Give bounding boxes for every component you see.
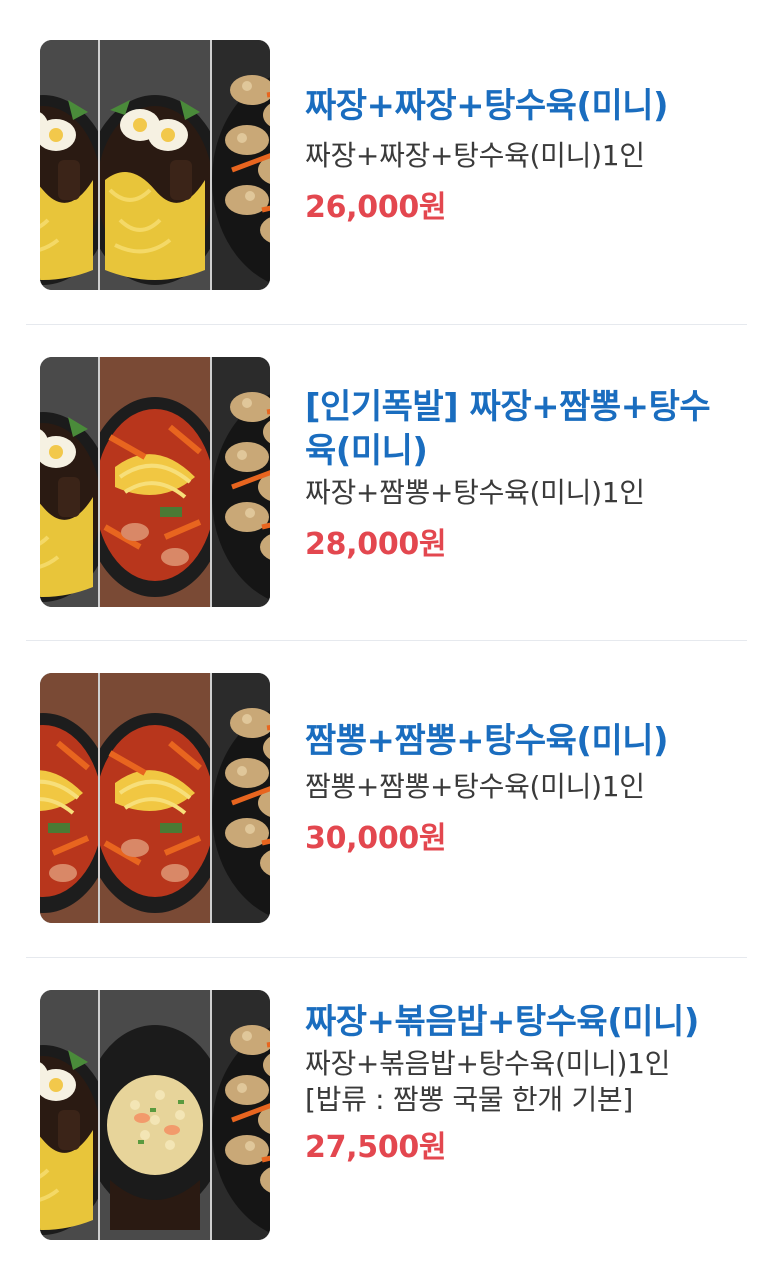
food-photo: [40, 990, 98, 1240]
menu-item-title[interactable]: 짜장+짜장+탕수육(미니): [305, 84, 723, 128]
food-strip: [212, 357, 270, 607]
menu-item-price: 26,000원: [305, 190, 447, 225]
menu-item-description: 짜장+짜장+탕수육(미니)1인: [305, 139, 645, 172]
food-strip: [40, 357, 98, 607]
food-strip: [40, 673, 98, 923]
food-photo: [212, 357, 270, 607]
menu-item[interactable]: 짬뽕+짬뽕+탕수육(미니) 짬뽕+짬뽕+탕수육(미니)1인 30,000원: [0, 633, 773, 950]
food-strip: [98, 357, 212, 607]
food-photo: [100, 990, 210, 1240]
food-strip: [212, 990, 270, 1240]
menu-item-image[interactable]: [40, 673, 270, 923]
menu-item-info: 짬뽕+짬뽕+탕수육(미니) 짬뽕+짬뽕+탕수육(미니)1인 30,000원: [305, 719, 723, 859]
menu-item-description: 짜장+짬뽕+탕수육(미니)1인: [305, 476, 645, 509]
food-strip: [40, 990, 98, 1240]
menu-item-description: 짬뽕+짬뽕+탕수육(미니)1인: [305, 770, 645, 803]
menu-item-image[interactable]: [40, 40, 270, 290]
menu-item[interactable]: 짜장+볶음밥+탕수육(미니) 짜장+볶음밥+탕수육(미니)1인 [밥류 : 짬뽕…: [0, 950, 773, 1267]
food-strip: [98, 673, 212, 923]
menu-item-note: [밥류 : 짬뽕 국물 한개 기본]: [305, 1083, 633, 1116]
menu-item[interactable]: [인기폭발] 짜장+짬뽕+탕수육(미니) 짜장+짬뽕+탕수육(미니)1인 28,…: [0, 317, 773, 634]
food-photo: [40, 40, 98, 290]
menu-item-title[interactable]: 짬뽕+짬뽕+탕수육(미니): [305, 719, 723, 763]
menu-item-title[interactable]: 짜장+볶음밥+탕수육(미니): [305, 1000, 723, 1044]
menu-item-title[interactable]: [인기폭발] 짜장+짬뽕+탕수육(미니): [305, 385, 723, 473]
food-photo: [100, 40, 210, 290]
food-photo: [100, 673, 210, 923]
menu-item-image[interactable]: [40, 990, 270, 1240]
menu-list: 짜장+짜장+탕수육(미니) 짜장+짜장+탕수육(미니)1인 26,000원 [인…: [0, 0, 773, 1272]
food-strip: [98, 40, 212, 290]
food-photo: [100, 357, 210, 607]
menu-item-info: [인기폭발] 짜장+짬뽕+탕수육(미니) 짜장+짬뽕+탕수육(미니)1인 28,…: [305, 385, 723, 565]
menu-item-price: 30,000원: [305, 821, 447, 856]
menu-item-image[interactable]: [40, 357, 270, 607]
food-photo: [212, 990, 270, 1240]
menu-item[interactable]: 짜장+짜장+탕수육(미니) 짜장+짜장+탕수육(미니)1인 26,000원: [0, 0, 773, 317]
menu-item-price: 27,500원: [305, 1130, 447, 1165]
food-strip: [212, 40, 270, 290]
menu-item-description: 짜장+볶음밥+탕수육(미니)1인: [305, 1047, 671, 1080]
food-photo: [212, 40, 270, 290]
food-photo: [40, 673, 98, 923]
food-photo: [212, 673, 270, 923]
food-strip: [212, 673, 270, 923]
menu-item-info: 짜장+짜장+탕수육(미니) 짜장+짜장+탕수육(미니)1인 26,000원: [305, 84, 723, 228]
food-strip: [98, 990, 212, 1240]
menu-item-info: 짜장+볶음밥+탕수육(미니) 짜장+볶음밥+탕수육(미니)1인 [밥류 : 짬뽕…: [305, 1000, 723, 1168]
menu-item-price: 28,000원: [305, 527, 447, 562]
food-strip: [40, 40, 98, 290]
food-photo: [40, 357, 98, 607]
